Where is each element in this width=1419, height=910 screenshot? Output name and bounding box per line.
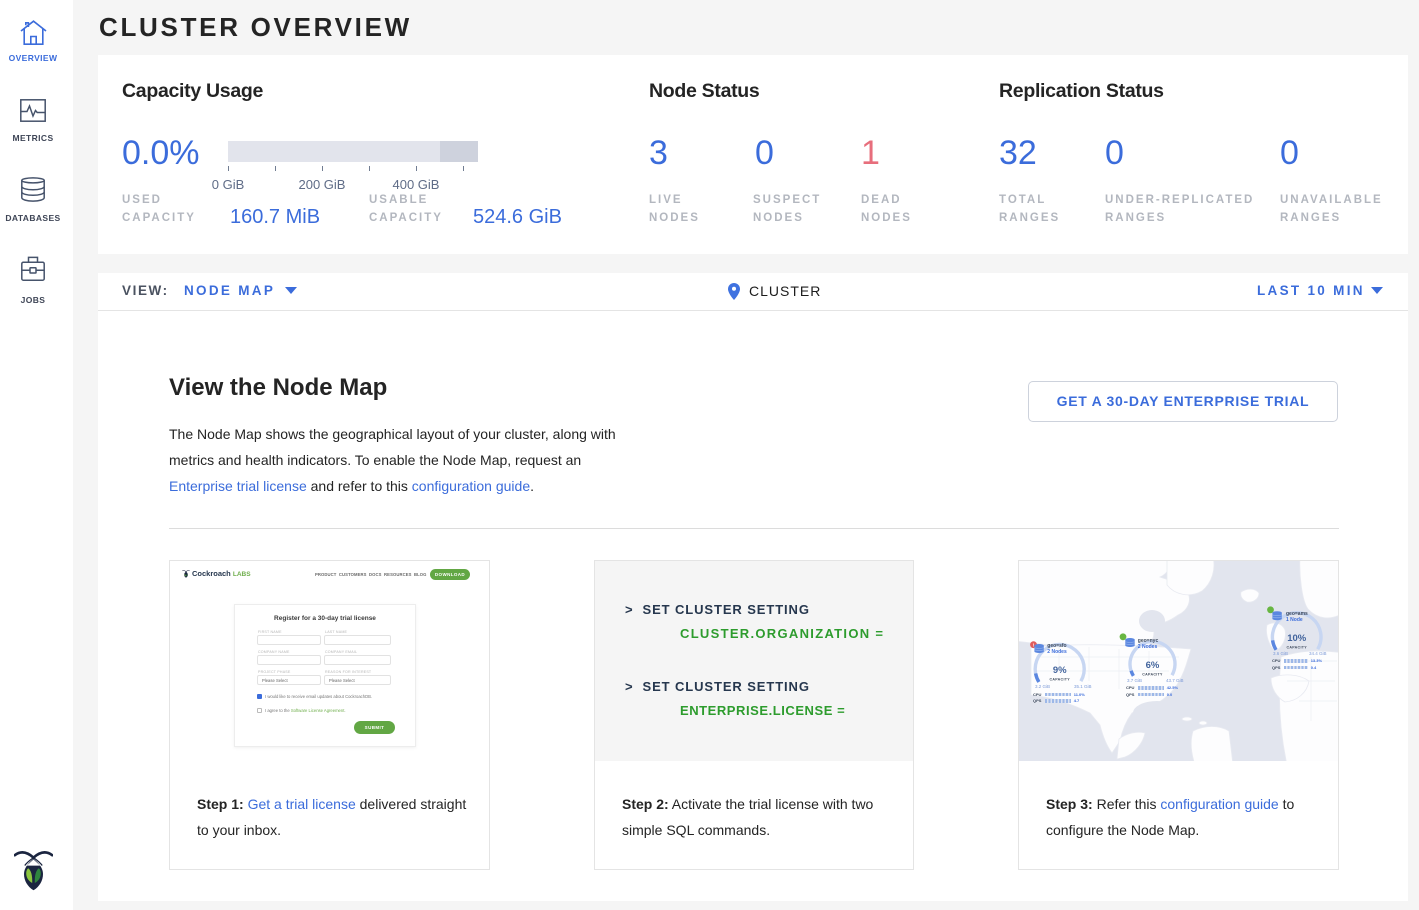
svg-text:CAPACITY: CAPACITY (1049, 678, 1070, 682)
svg-text:CAPACITY: CAPACITY (1142, 673, 1163, 677)
svg-text:10%: 10% (1287, 633, 1307, 644)
svg-text:9%: 9% (1053, 665, 1067, 676)
svg-text:CAPACITY: CAPACITY (1286, 646, 1307, 650)
svg-text:6%: 6% (1146, 660, 1160, 671)
